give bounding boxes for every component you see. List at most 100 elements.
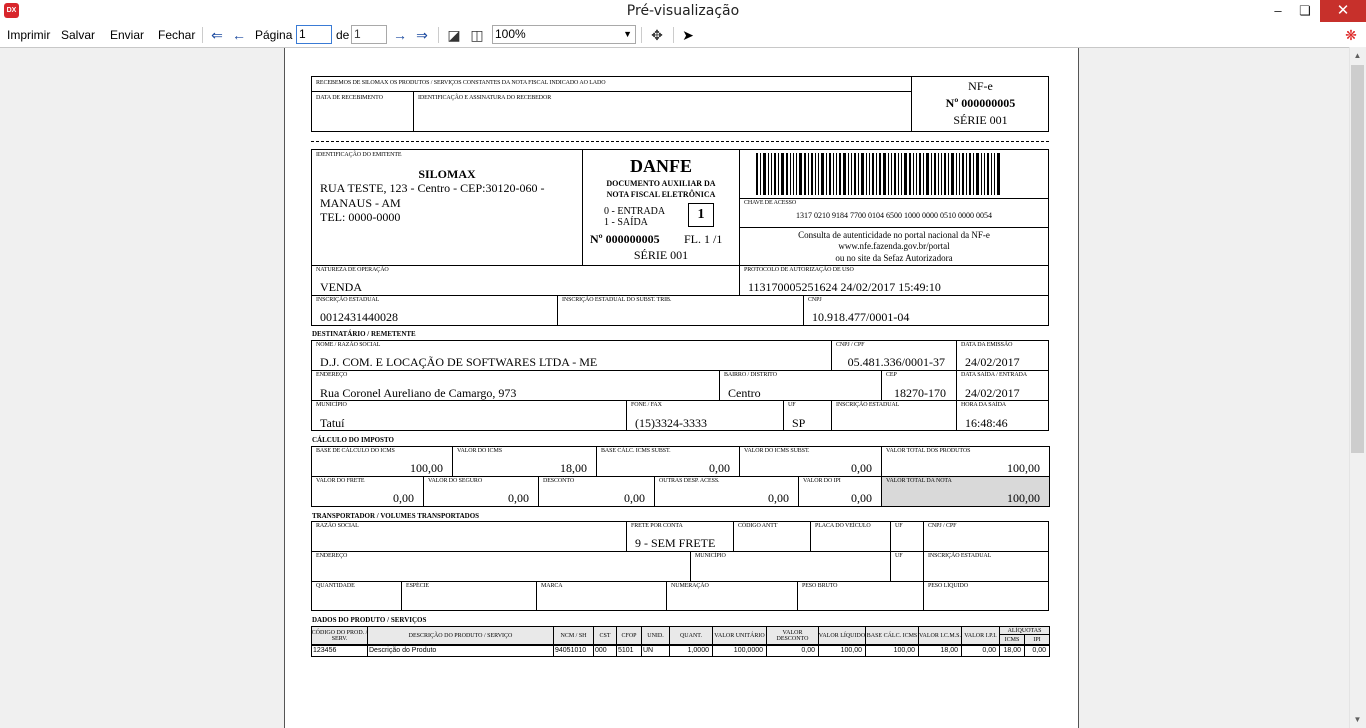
zoom-select[interactable]: 100% ▼ (492, 25, 636, 44)
product-header: VALOR I.C.M.S. (918, 632, 962, 639)
toolbar: Imprimir Salvar Enviar Fechar ⇐ ← Página… (0, 24, 1366, 46)
toolbar-divider (673, 27, 674, 43)
tax-cell-label: VALOR DO SEGURO (428, 478, 483, 484)
barcode-bar (790, 153, 791, 195)
barcode-bar (934, 153, 936, 195)
product-cell-value: 0,00 (1032, 647, 1046, 654)
tax-cell-label: VALOR DO ICMS SUBST. (744, 448, 810, 454)
print-menu[interactable]: Imprimir (7, 24, 50, 46)
district-label: BAIRRO / DISTRITO (724, 372, 777, 378)
product-cell-value: 100,00 (893, 647, 915, 654)
barcode (756, 153, 1040, 195)
fit-page-icon[interactable]: ✥ (647, 25, 667, 45)
brand-label: MARCA (541, 583, 563, 589)
scroll-down-icon[interactable]: ▼ (1349, 712, 1366, 728)
barcode-bar (991, 153, 992, 195)
barcode-bar (756, 153, 758, 195)
barcode-bar (951, 153, 954, 195)
barcode-bar (883, 153, 886, 195)
send-menu[interactable]: Enviar (110, 24, 144, 46)
zoom-out-icon[interactable]: ◪ (444, 25, 464, 45)
zoom-in-icon[interactable]: ◫ (467, 25, 487, 45)
barcode-bar (966, 153, 967, 195)
product-cell-value: 000 (595, 647, 607, 654)
tax-cell-label: DESCONTO (543, 478, 575, 484)
product-header: ALÍQUOTAS (1007, 627, 1042, 634)
pointer-icon[interactable]: ➤ (678, 25, 698, 45)
recipient-address: Rua Coronel Aureliano de Camargo, 973 (320, 386, 517, 400)
barcode-bar (872, 153, 874, 195)
product-header: VALOR UNITÁRIO (714, 632, 765, 639)
cut-line (311, 141, 1049, 142)
emission-date: 24/02/2017 (965, 355, 1020, 369)
consult-line-2: www.nfe.fazenda.gov.br/portal (838, 241, 950, 251)
city-cell (311, 400, 627, 431)
issuer-address-line1: RUA TESTE, 123 - Centro - CEP:30120-060 … (320, 181, 545, 195)
tax-cell-label: VALOR TOTAL DOS PRODUTOS (886, 448, 971, 454)
antt-label: CÓDIGO ANTT (738, 523, 778, 529)
barcode-bar (796, 153, 797, 195)
access-key: 1317 0210 9184 7700 0104 6500 1000 0000 … (796, 211, 992, 220)
quantity-label: QUANTIDADE (316, 583, 355, 589)
tax-cell-label: VALOR TOTAL DA NOTA (886, 478, 952, 484)
product-header: CÓDIGO DO PROD. / SERV. (311, 629, 368, 642)
nature-value: VENDA (320, 280, 362, 294)
last-page-icon[interactable]: ⇒ (412, 25, 432, 45)
maximize-button[interactable]: ❏ (1290, 0, 1320, 22)
issuer-name: SILOMAX (418, 167, 476, 181)
barcode-bar (944, 153, 946, 195)
barcode-bar (891, 153, 892, 195)
product-header: QUANT. (679, 632, 703, 639)
product-header: VALOR I.P.I. (964, 632, 997, 639)
cnpj-label: CNPJ (808, 297, 822, 303)
product-header: NCM / SH (560, 632, 587, 639)
barcode-bar (821, 153, 824, 195)
minimize-button[interactable]: – (1263, 0, 1293, 22)
of-label: de (336, 28, 350, 42)
close-window-button[interactable]: ✕ (1320, 0, 1366, 22)
total-note-value: 100,00 (1007, 491, 1040, 505)
city-label: MUNICÍPIO (316, 402, 347, 408)
barcode-bar (858, 153, 859, 195)
print-preview-window: DX Pré-visualização – ❏ ✕ Imprimir Salva… (0, 0, 1366, 728)
first-page-icon[interactable]: ⇐ (207, 25, 227, 45)
consult-line-3: ou no site da Sefaz Autorizadora (835, 253, 953, 263)
danfe-subtitle-2: NOTA FISCAL ELETRÔNICA (606, 190, 716, 199)
chevron-down-icon: ▼ (623, 29, 632, 39)
previous-page-icon[interactable]: ← (229, 25, 249, 45)
barcode-bar (931, 153, 932, 195)
barcode-bar (811, 153, 813, 195)
tax-section-title: CÁLCULO DO IMPOSTO (312, 436, 394, 444)
product-cell-value: 0,00 (982, 647, 996, 654)
next-page-icon[interactable]: → (390, 25, 410, 45)
scroll-up-icon[interactable]: ▲ (1349, 48, 1366, 64)
product-cell-value: 100,00 (840, 647, 862, 654)
toolbar-divider (438, 27, 439, 43)
product-cell-value: Descrição do Produto (369, 647, 437, 654)
recipient-section-title: DESTINATÁRIO / REMETENTE (312, 330, 416, 338)
phone-value: (15)3324-3333 (635, 416, 707, 430)
save-menu[interactable]: Salvar (61, 24, 95, 46)
barcode-bar (901, 153, 902, 195)
barcode-bar (962, 153, 964, 195)
gross-weight-label: PESO BRUTO (802, 583, 838, 589)
tax-cell-value: 18,00 (560, 461, 587, 475)
barcode-bar (851, 153, 852, 195)
stub-number: Nº 000000005 (945, 96, 1016, 110)
product-header: UNID. (647, 632, 664, 639)
product-cell-value: 100,0000 (733, 647, 763, 654)
product-header: VALOR DESCONTO (776, 629, 809, 642)
tax-cell-label: VALOR DO ICMS (457, 448, 502, 454)
uf-value: SP (792, 416, 806, 430)
product-cell-value: 18,00 (1003, 647, 1021, 654)
barcode-bar (959, 153, 960, 195)
page-number-input[interactable]: 1 (296, 25, 332, 44)
barcode-bar (826, 153, 827, 195)
product-cell-value: UN (643, 647, 654, 654)
nature-label: NATUREZA DE OPERAÇÃO (316, 267, 389, 273)
tax-cell-value: 0,00 (508, 491, 529, 505)
close-menu[interactable]: Fechar (158, 24, 195, 46)
city-value: Tatuí (320, 416, 345, 430)
scrollbar-thumb[interactable] (1351, 65, 1364, 453)
barcode-bar (987, 153, 989, 195)
